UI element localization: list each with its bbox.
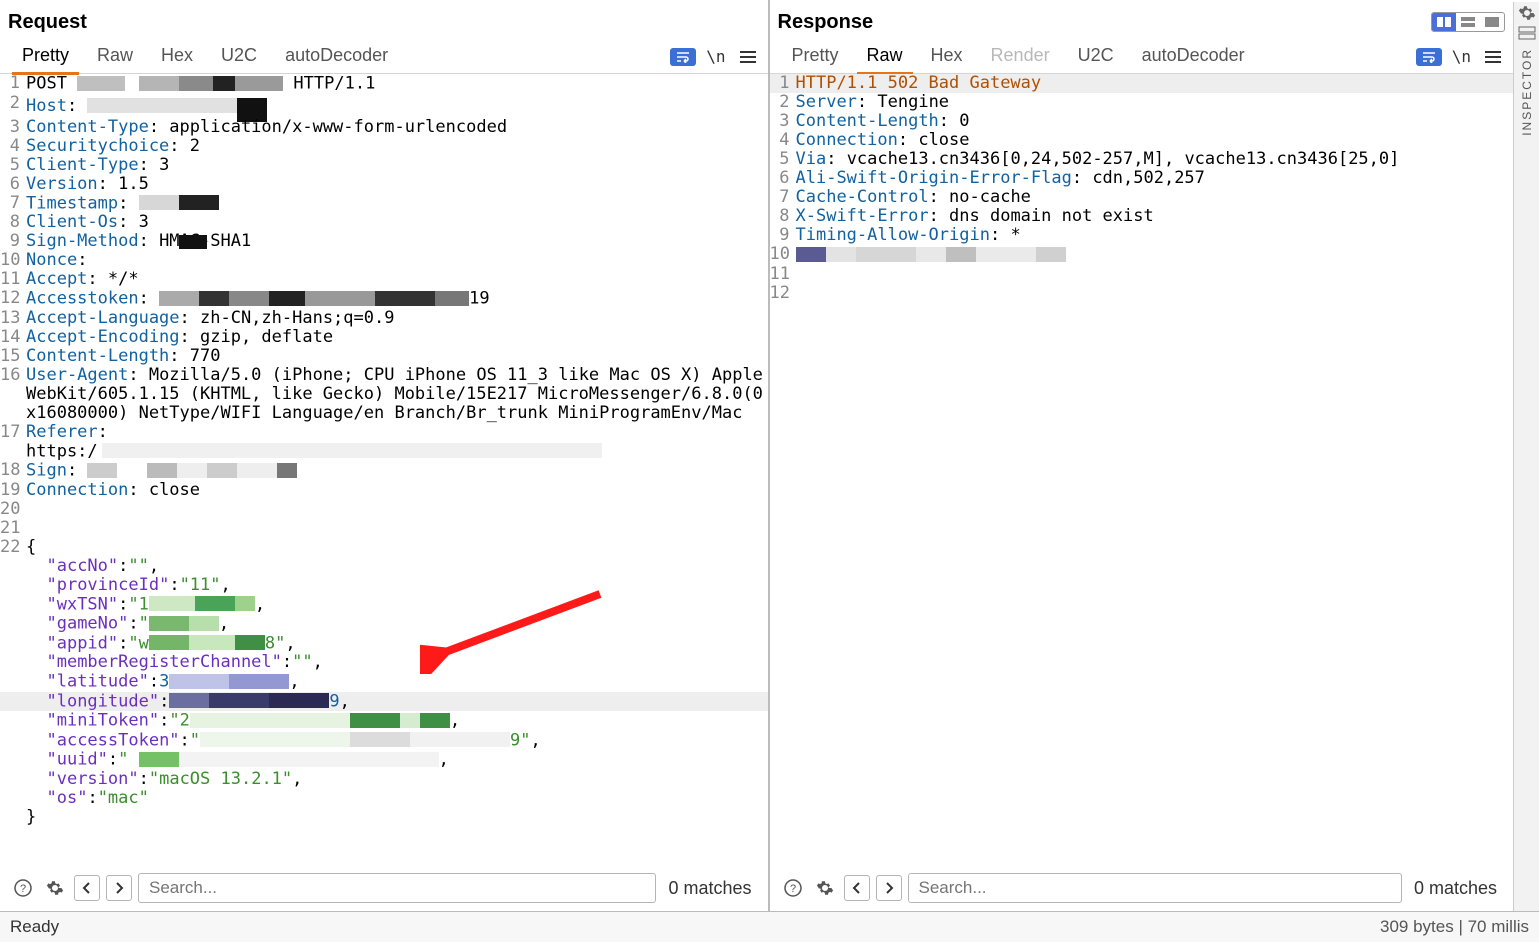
http-status-line: HTTP/1.1 502 Bad Gateway (796, 74, 1514, 93)
prev-match-button-resp[interactable] (844, 875, 870, 901)
response-tabs: Pretty Raw Hex Render U2C autoDecoder \n (770, 40, 1514, 74)
tab-hex[interactable]: Hex (147, 39, 207, 74)
header-user-agent: User-Agent (26, 365, 128, 385)
next-match-button-resp[interactable] (876, 875, 902, 901)
show-newline-icon[interactable]: \n (706, 47, 725, 66)
svg-text:?: ? (789, 883, 795, 895)
tab-hex-resp[interactable]: Hex (917, 39, 977, 74)
response-matches: 0 matches (1408, 878, 1503, 899)
header-client-os: Client-Os (26, 212, 118, 232)
request-search-row: ? 0 matches (0, 865, 768, 911)
header-accept: Accept (26, 269, 87, 289)
header-content-type: Content-Type (26, 117, 149, 137)
header-timestamp: Timestamp (26, 193, 118, 213)
header-sign: Sign (26, 461, 67, 481)
json-open-brace: { (26, 538, 768, 557)
view-split-icon[interactable] (1432, 13, 1456, 31)
tab-u2c[interactable]: U2C (207, 39, 271, 74)
menu-icon-resp[interactable] (1481, 47, 1505, 67)
status-bar: Ready 309 bytes | 70 millis (0, 912, 1539, 942)
gear-icon[interactable] (42, 875, 68, 901)
view-single-icon[interactable] (1480, 13, 1504, 31)
view-mode-toggle[interactable] (1431, 12, 1505, 32)
resp-header-ali-swift: Ali-Swift-Origin-Error-Flag (796, 168, 1072, 188)
resp-header-via: Via (796, 149, 827, 169)
header-securitychoice: Securitychoice (26, 136, 169, 156)
status-right: 309 bytes | 70 millis (1380, 917, 1529, 937)
resp-header-cache-control: Cache-Control (796, 187, 929, 207)
header-accesstoken: Accesstoken (26, 289, 139, 309)
response-search-row: ? 0 matches (770, 865, 1514, 911)
resp-header-x-swift-error: X-Swift-Error (796, 206, 929, 226)
tab-u2c-resp[interactable]: U2C (1064, 39, 1128, 74)
header-referer: Referer (26, 422, 98, 442)
resp-header-connection: Connection (796, 130, 898, 150)
request-search-input[interactable] (138, 873, 656, 903)
http-method: POST (26, 74, 77, 94)
header-version: Version (26, 174, 98, 194)
response-pane: Response Pretty Raw Hex Render U2C autoD… (770, 0, 1539, 911)
help-icon[interactable]: ? (10, 875, 36, 901)
inspector-label: INSPECTOR (1520, 48, 1534, 136)
tab-raw-resp[interactable]: Raw (853, 39, 917, 74)
response-header: Response (770, 0, 1514, 40)
panel-toggle-icon[interactable] (1518, 26, 1536, 40)
view-stack-icon[interactable] (1456, 13, 1480, 31)
response-title: Response (778, 11, 874, 34)
header-accept-language: Accept-Language (26, 308, 180, 328)
header-client-type: Client-Type (26, 155, 139, 175)
menu-icon[interactable] (736, 47, 760, 67)
header-accept-encoding: Accept-Encoding (26, 327, 180, 347)
json-close-brace: } (26, 808, 768, 827)
gear-icon-resp[interactable] (812, 875, 838, 901)
tab-render-resp[interactable]: Render (977, 39, 1064, 74)
resp-header-timing-allow-origin: Timing-Allow-Origin (796, 225, 990, 245)
resp-header-content-length: Content-Length (796, 111, 939, 131)
next-match-button[interactable] (106, 875, 132, 901)
settings-gear-icon[interactable] (1518, 4, 1536, 22)
status-left: Ready (10, 917, 59, 937)
wrap-lines-icon[interactable] (670, 48, 696, 66)
tab-raw[interactable]: Raw (83, 39, 147, 74)
prev-match-button[interactable] (74, 875, 100, 901)
show-newline-icon-resp[interactable]: \n (1452, 47, 1471, 66)
request-matches: 0 matches (662, 878, 757, 899)
http-version: HTTP/1.1 (283, 74, 375, 94)
help-icon-resp[interactable]: ? (780, 875, 806, 901)
header-content-length: Content-Length (26, 346, 169, 366)
header-nonce: Nonce (26, 250, 77, 270)
tab-autodecoder-resp[interactable]: autoDecoder (1128, 39, 1259, 74)
response-search-input[interactable] (908, 873, 1402, 903)
header-connection: Connection (26, 480, 128, 500)
header-sign-method: Sign-Method (26, 231, 139, 251)
response-editor[interactable]: 1HTTP/1.1 502 Bad Gateway 2Server: Tengi… (770, 74, 1514, 865)
request-header: Request (0, 0, 768, 40)
wrap-lines-icon-resp[interactable] (1416, 48, 1442, 66)
request-editor[interactable]: 1POST HTTP/1.1 2Host: 3Content-Type: app… (0, 74, 768, 865)
inspector-sidebar[interactable]: INSPECTOR (1513, 2, 1539, 911)
tab-autodecoder[interactable]: autoDecoder (271, 39, 402, 74)
request-pane: Request Pretty Raw Hex U2C autoDecoder \… (0, 0, 770, 911)
header-host: Host (26, 96, 67, 116)
svg-text:?: ? (20, 883, 26, 895)
request-title: Request (8, 11, 87, 34)
request-tabs: Pretty Raw Hex U2C autoDecoder \n (0, 40, 768, 74)
tab-pretty[interactable]: Pretty (8, 39, 83, 74)
tab-pretty-resp[interactable]: Pretty (778, 39, 853, 74)
resp-header-server: Server (796, 92, 857, 112)
